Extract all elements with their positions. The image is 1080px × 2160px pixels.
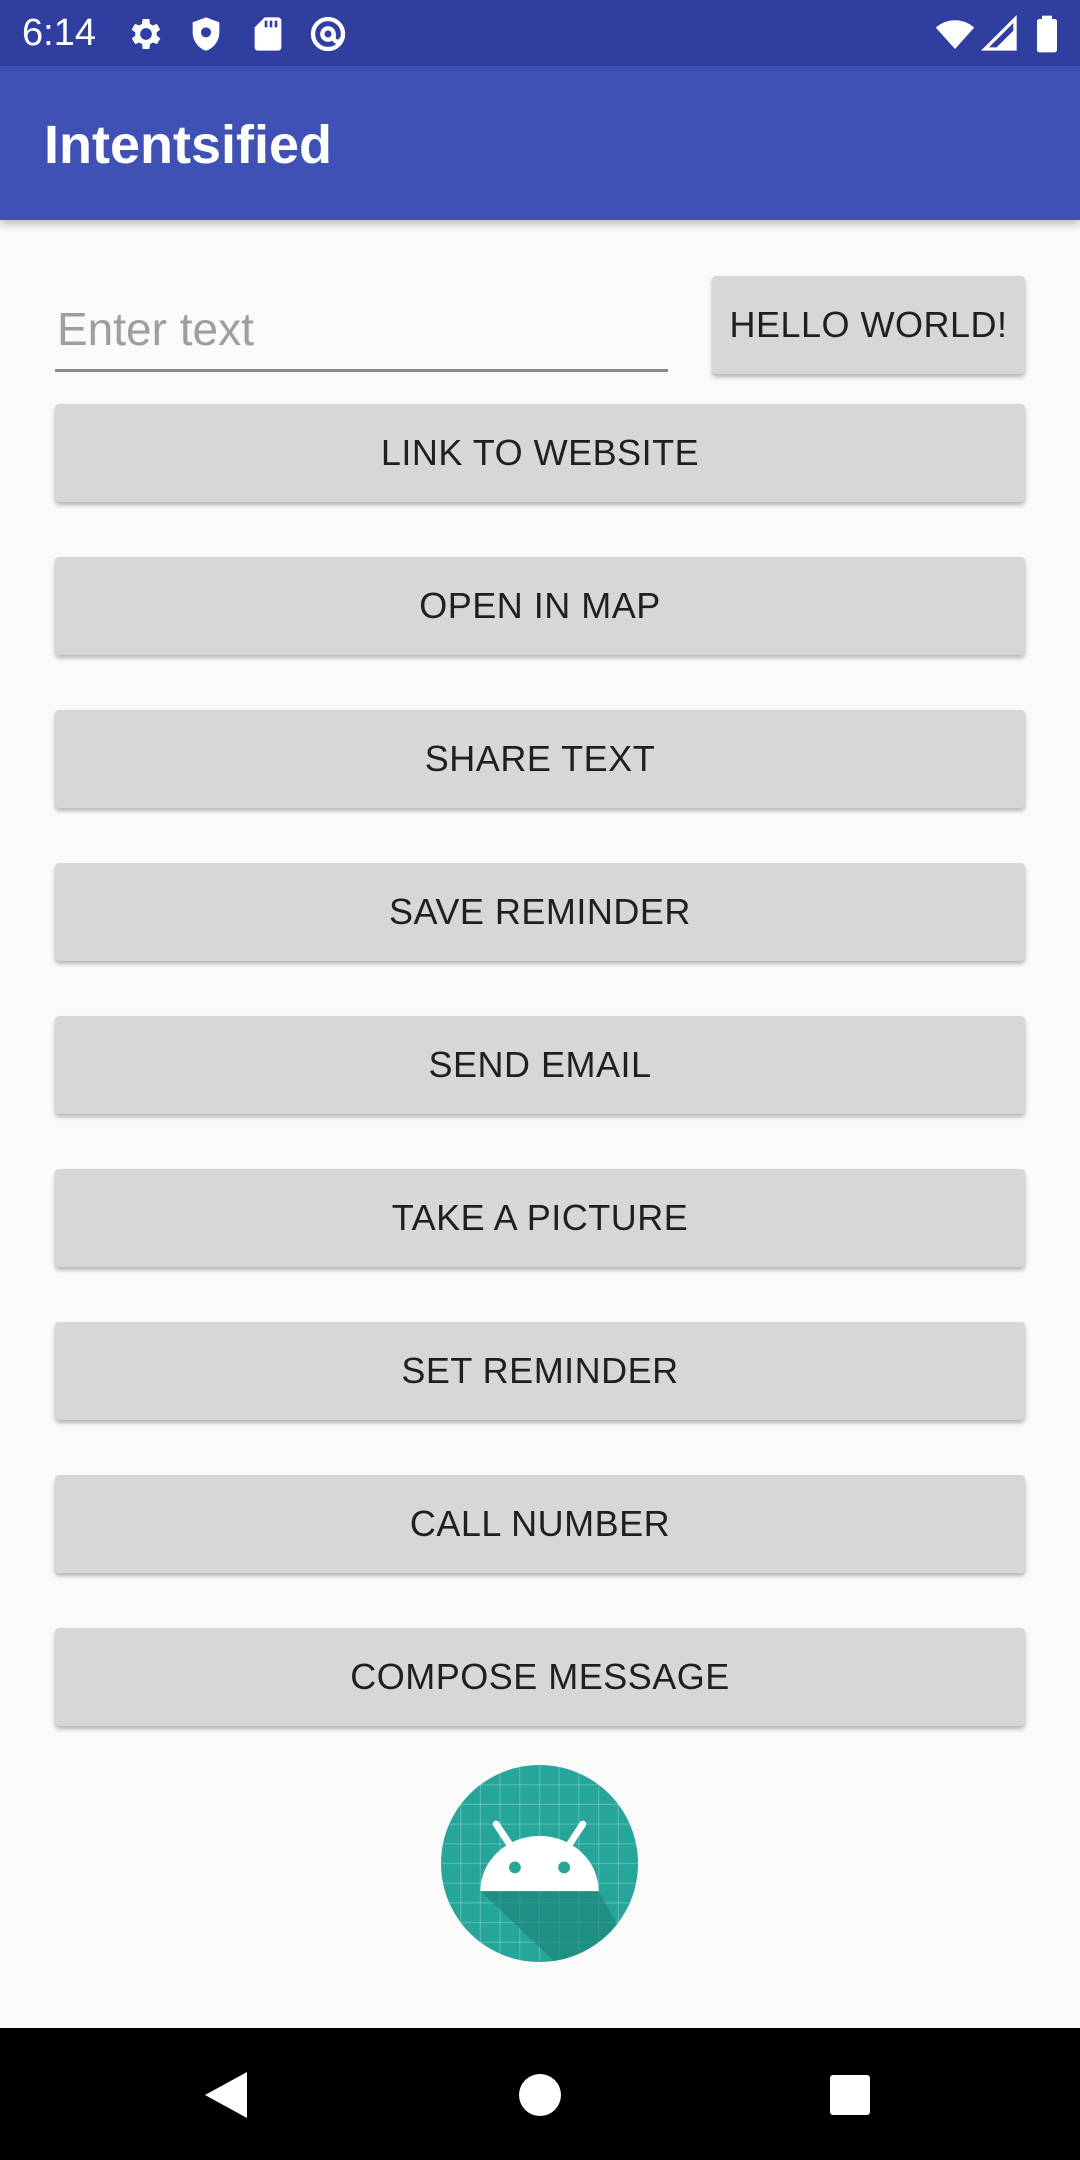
status-time: 6:14 (22, 12, 96, 54)
set-reminder-button[interactable]: SET REMINDER (55, 1322, 1025, 1420)
hello-world-button[interactable]: HELLO WORLD! (712, 276, 1025, 374)
wifi-icon (935, 20, 975, 49)
recents-icon[interactable] (829, 2074, 871, 2116)
take-a-picture-button[interactable]: TAKE A PICTURE (55, 1169, 1025, 1267)
at-sign-icon (310, 16, 346, 52)
battery-icon (1037, 15, 1057, 53)
navigation-bar (0, 2028, 1080, 2160)
text-input[interactable] (55, 288, 668, 372)
gear-icon (131, 19, 161, 49)
app-title: Intentsified (44, 115, 333, 175)
sd-card-icon (254, 17, 282, 51)
home-icon[interactable] (518, 2073, 562, 2117)
compose-message-button[interactable]: COMPOSE MESSAGE (55, 1628, 1025, 1726)
shield-icon (192, 17, 220, 51)
main-content: HELLO WORLD! LINK TO WEBSITE OPEN IN MAP… (0, 220, 1080, 2028)
status-bar: 6:14 (0, 0, 1080, 66)
send-email-button[interactable]: SEND EMAIL (55, 1016, 1025, 1114)
cell-signal-icon (980, 14, 1017, 51)
app-bar: Intentsified (0, 66, 1080, 220)
share-text-button[interactable]: SHARE TEXT (55, 710, 1025, 808)
open-in-map-button[interactable]: OPEN IN MAP (55, 557, 1025, 655)
call-number-button[interactable]: CALL NUMBER (55, 1475, 1025, 1573)
link-to-website-button[interactable]: LINK TO WEBSITE (55, 404, 1025, 502)
android-logo-icon (441, 1765, 638, 1962)
back-icon[interactable] (203, 2070, 249, 2120)
save-reminder-button[interactable]: SAVE REMINDER (55, 863, 1025, 961)
